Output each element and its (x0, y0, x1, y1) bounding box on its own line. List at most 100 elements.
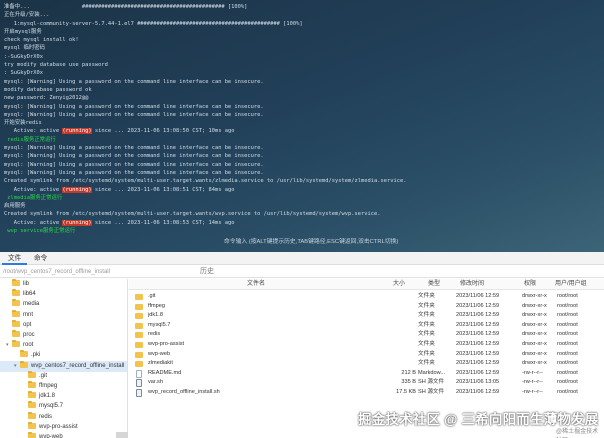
folder-icon (135, 332, 143, 339)
file-icon (136, 389, 142, 397)
folder-icon (12, 289, 20, 297)
file-modified: 2023/11/06 12:59 (456, 331, 500, 338)
table-row[interactable]: README.md 212 B Markdow... 2023/11/06 12:59… (129, 369, 604, 379)
tree-item-label: wvp-pro-assist (39, 423, 78, 430)
terminal-line: zlmedia服务正常运行 (4, 194, 63, 201)
path-input[interactable]: /root/wvp_centos7_record_offline_install (3, 267, 125, 277)
running-status-highlight: (running) (62, 219, 92, 226)
tree-item-label: opt (23, 321, 32, 328)
file-type: 文件夹 (418, 331, 435, 338)
file-type: 文件夹 (418, 360, 435, 367)
folder-icon (135, 342, 143, 348)
file-modified: 2023/11/06 12:59 (456, 293, 500, 299)
terminal-line: mysql: [Warning] Using a password on the… (4, 103, 264, 110)
file-permissions: drwxr-xr-x (522, 293, 547, 299)
table-row[interactable]: .git 文件夹 2023/11/06 12:59 drwxr-xr-x root/ro… (129, 292, 604, 302)
folder-icon (135, 294, 143, 300)
folder-icon (20, 360, 28, 368)
terminal-line: 开启mysql服务 (4, 28, 42, 35)
terminal-line: : SuGkyDrX0x (4, 70, 43, 77)
terminal-panel[interactable]: 准备中... #################################… (0, 0, 604, 252)
file-owner: root/root (557, 302, 578, 309)
column-header-modified[interactable]: 修改时间 (460, 279, 484, 290)
table-row[interactable]: zlmediakit 文件夹 2023/11/06 12:59 drwxr-xr-x r… (129, 359, 604, 369)
folder-icon (28, 401, 36, 409)
terminal-line: Created symlink from /etc/systemd/system… (4, 211, 381, 218)
terminal-line: Active: active (running) since ... 2023-… (4, 128, 235, 135)
file-owner: root/root (557, 341, 578, 347)
directory-tree: lib lib64 media mnt opt proc ▾ root .pki ▾ wvp_cen… (0, 279, 128, 438)
command-input-hint[interactable]: 命令输入 (按ALT键提示历史,TAB键路径,ESC键返回,双击CTRL切换) (224, 236, 398, 245)
folder-icon (28, 411, 36, 419)
file-modified: 2023/11/06 12:59 (456, 321, 500, 328)
tree-item-label: root (23, 342, 34, 349)
file-list-header: 文件名 大小 类型 修改时间 权限 用户/用户组 (129, 279, 604, 290)
file-owner: root/root (557, 321, 578, 328)
column-header-owner[interactable]: 用户/用户组 (555, 279, 587, 290)
column-header-permissions[interactable]: 权限 (524, 279, 536, 290)
terminal-line: 开始安装redis (4, 120, 42, 127)
terminal-line: mysql 临时密码 (4, 45, 46, 52)
terminal-line: mysql: [Warning] Using a password on the… (4, 78, 264, 85)
terminal-line: wvp service服务正常运行 (4, 228, 76, 235)
table-row[interactable]: mysql5.7 文件夹 2023/11/06 12:59 drwxr-xr-x roo… (129, 321, 604, 331)
column-header-size[interactable]: 大小 (393, 279, 405, 290)
terminal-line: modify database password ok (4, 86, 92, 93)
tab-files[interactable]: 文件 (2, 252, 28, 265)
file-type: 文件夹 (418, 293, 435, 299)
file-modified: 2023/11/06 12:59 (456, 350, 500, 357)
file-permissions: -rw-r--r-- (522, 379, 543, 386)
terminal-line: try modify database use password (4, 62, 108, 69)
folder-icon (20, 350, 28, 358)
folder-icon (135, 313, 143, 320)
folder-icon (135, 322, 143, 329)
table-row[interactable]: wvp-pro-assist 文件夹 2023/11/06 12:59 drwxr-x… (129, 340, 604, 350)
file-name: wvp_record_offline_install.sh (148, 389, 220, 395)
file-name: README.md (148, 369, 182, 376)
file-name: wvp-pro-assist (148, 341, 185, 347)
table-row[interactable]: ffmpeg 文件夹 2023/11/06 12:59 drwxr-xr-x root/… (129, 302, 604, 312)
tab-commands[interactable]: 命令 (28, 252, 53, 265)
file-name: mysql5.7 (148, 321, 171, 328)
terminal-line: Created symlink from /etc/systemd/system… (4, 178, 407, 185)
file-owner: root/root (557, 360, 578, 367)
tree-item[interactable]: wvp-web (0, 432, 127, 438)
tree-item-label: lib (23, 281, 30, 287)
table-row[interactable]: var.sh 335 B SH 源文件 2023/11/06 13:05 -rw-r--… (129, 378, 604, 388)
terminal-line: mysql: [Warning] Using a password on the… (4, 111, 264, 118)
folder-icon (28, 370, 36, 378)
file-name: jdk1.8 (148, 312, 163, 319)
folder-icon (12, 340, 20, 348)
file-modified: 2023/11/06 12:59 (456, 369, 500, 376)
table-row[interactable]: jdk1.8 文件夹 2023/11/06 12:59 drwxr-xr-x root/… (129, 311, 604, 321)
file-name: wvp-web (148, 350, 171, 357)
folder-icon (28, 432, 36, 438)
folder-icon (28, 391, 36, 399)
tree-item-label: mysql5.7 (39, 403, 64, 410)
folder-icon (12, 330, 20, 337)
file-name: .git (148, 293, 156, 299)
table-row[interactable]: wvp-web 文件夹 2023/11/06 12:59 drwxr-xr-x root… (129, 350, 604, 360)
file-type: 文件夹 (418, 350, 435, 357)
terminal-line: mysql: [Warning] Using a password on the… (4, 153, 264, 160)
table-row[interactable]: redis 文件夹 2023/11/06 12:59 drwxr-xr-x root/r… (129, 330, 604, 340)
table-row[interactable]: wvp_record_offline_install.sh 17.5 KB SH 源… (129, 388, 604, 398)
path-history-button[interactable]: 历史 (200, 266, 214, 278)
file-owner: root/root (557, 331, 578, 338)
file-icon (136, 369, 142, 378)
tree-scrollbar[interactable] (116, 432, 128, 438)
file-icon (136, 379, 142, 388)
column-header-name[interactable]: 文件名 (247, 279, 265, 290)
tree-item-label: .pki (31, 352, 41, 359)
folder-icon (135, 351, 143, 358)
file-type: 文件夹 (418, 341, 435, 347)
path-bar: /root/wvp_centos7_record_offline_install… (0, 266, 604, 278)
column-header-type[interactable]: 类型 (428, 279, 440, 290)
file-modified: 2023/11/06 12:59 (456, 312, 500, 319)
terminal-line: :-SuGkyDrX0x (4, 53, 43, 60)
terminal-line: check mysql install ok! (4, 37, 79, 44)
file-name: ffmpeg (148, 302, 165, 309)
tree-item-label: wvp-web (39, 434, 63, 438)
terminal-line: redis服务正常运行 (4, 136, 56, 143)
tree-item-label: ffmpeg (39, 383, 58, 389)
